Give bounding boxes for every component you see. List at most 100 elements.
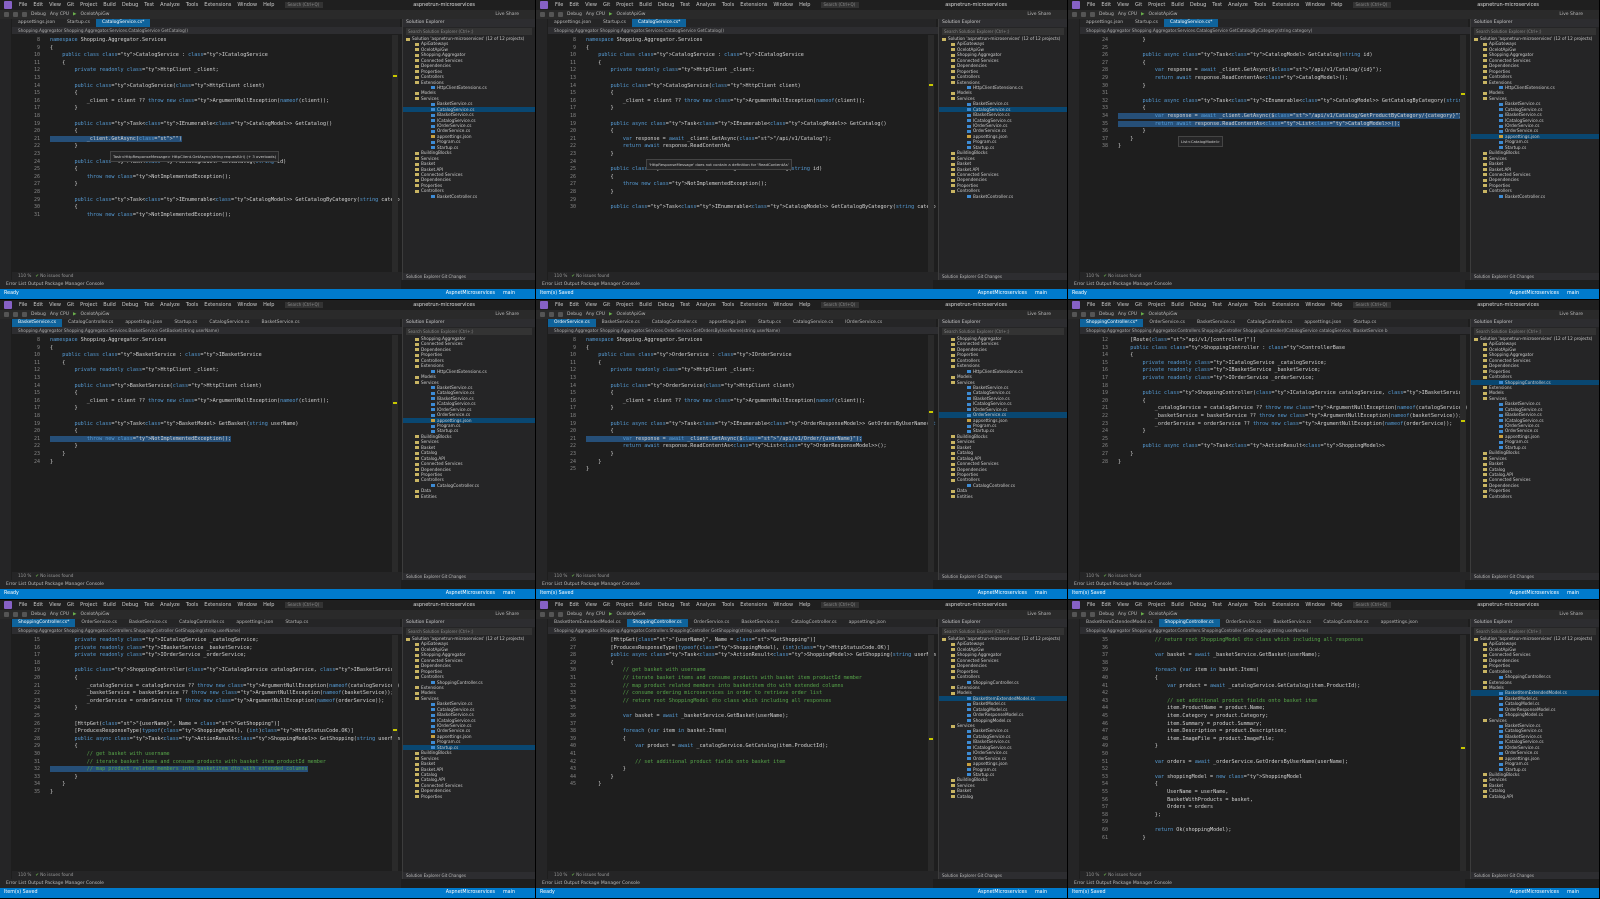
editor-tab[interactable]: CatalogService.cs* bbox=[632, 19, 687, 27]
code-editor[interactable]: namespace Shopping.Aggregator.Services{ … bbox=[50, 335, 400, 572]
start-icon[interactable]: ▶ bbox=[609, 612, 612, 617]
repo-name[interactable]: AspnetMicroservices bbox=[446, 591, 495, 596]
menu-item[interactable]: Extensions bbox=[1272, 2, 1299, 8]
editor-tab[interactable]: BasketService.cs bbox=[256, 319, 306, 327]
menu-item[interactable]: Build bbox=[639, 302, 652, 308]
solution-explorer-search[interactable]: Search Solution Explorer (Ctrl+;) bbox=[942, 628, 1064, 635]
editor-tab[interactable]: OrderService.cs bbox=[75, 619, 123, 627]
menu-item[interactable]: View bbox=[585, 602, 597, 608]
editor-tab[interactable]: CatalogService.cs bbox=[203, 319, 255, 327]
menu-item[interactable]: Help bbox=[799, 302, 810, 308]
editor-tab[interactable]: BasketService.cs bbox=[1191, 319, 1241, 327]
scrollbar-minimap[interactable] bbox=[928, 635, 934, 871]
git-branch[interactable]: AspnetMicroservices main bbox=[978, 289, 1047, 299]
solution-explorer-search[interactable]: Search Solution Explorer (Ctrl+;) bbox=[1474, 328, 1596, 335]
forward-icon[interactable] bbox=[1081, 612, 1086, 617]
startup-project-dropdown[interactable]: OcelotApiGw bbox=[80, 312, 109, 317]
menu-item[interactable]: File bbox=[19, 302, 27, 308]
editor-tab[interactable]: appsettings.json bbox=[703, 319, 752, 327]
menu-item[interactable]: Analyze bbox=[1228, 2, 1248, 8]
menu-item[interactable]: Debug bbox=[1190, 2, 1206, 8]
menu-item[interactable]: Window bbox=[1305, 2, 1325, 8]
editor-tab[interactable]: appsettings.json bbox=[843, 619, 892, 627]
save-icon[interactable] bbox=[558, 312, 563, 317]
menu-item[interactable]: Project bbox=[80, 602, 97, 608]
menu-item[interactable]: Window bbox=[1305, 302, 1325, 308]
zoom-level[interactable]: 110 % bbox=[554, 573, 567, 578]
editor-tab[interactable]: appsettings.json bbox=[12, 19, 61, 27]
code-editor[interactable]: [HttpGet(class="st">"{userName}", Name =… bbox=[586, 635, 936, 871]
navigation-bar[interactable]: Shopping.Aggregator Shopping.Aggregator.… bbox=[12, 327, 406, 334]
config-dropdown[interactable]: Debug bbox=[31, 612, 46, 617]
editor-tab[interactable]: BasketService.cs bbox=[1267, 619, 1317, 627]
explorer-tabs[interactable]: Solution Explorer Git Changes bbox=[939, 573, 1067, 580]
search-input[interactable]: Search (Ctrl+Q) bbox=[821, 302, 860, 308]
live-share-button[interactable]: Live Share bbox=[495, 312, 519, 317]
menu-item[interactable]: File bbox=[19, 602, 27, 608]
zoom-level[interactable]: 110 % bbox=[554, 872, 567, 877]
tree-item[interactable]: Entities bbox=[403, 494, 535, 499]
menu-item[interactable]: Test bbox=[144, 2, 154, 8]
menu-item[interactable]: Test bbox=[680, 2, 690, 8]
menu-item[interactable]: View bbox=[49, 2, 61, 8]
menu-item[interactable]: Window bbox=[1305, 602, 1325, 608]
menu-item[interactable]: Extensions bbox=[204, 302, 231, 308]
startup-project-dropdown[interactable]: OcelotApiGw bbox=[80, 12, 109, 17]
startup-project-dropdown[interactable]: OcelotApiGw bbox=[616, 612, 645, 617]
menu-item[interactable]: Edit bbox=[33, 302, 43, 308]
config-dropdown[interactable]: Debug bbox=[1099, 312, 1114, 317]
menu-item[interactable]: Tools bbox=[186, 2, 198, 8]
menu-item[interactable]: Tools bbox=[722, 2, 734, 8]
code-editor[interactable]: namespace Shopping.Aggregator.Services{ … bbox=[586, 35, 936, 272]
navigation-bar[interactable]: Shopping.Aggregator Shopping.Aggregator.… bbox=[1080, 627, 1474, 634]
menu-item[interactable]: Analyze bbox=[696, 602, 716, 608]
menu-item[interactable]: Git bbox=[67, 2, 74, 8]
zoom-level[interactable]: 110 % bbox=[1086, 573, 1099, 578]
save-icon[interactable] bbox=[1090, 612, 1095, 617]
live-share-button[interactable]: Live Share bbox=[1027, 312, 1051, 317]
solution-explorer-search[interactable]: Search Solution Explorer (Ctrl+;) bbox=[406, 328, 532, 335]
menu-item[interactable]: Project bbox=[616, 602, 633, 608]
platform-dropdown[interactable]: Any CPU bbox=[50, 12, 69, 17]
save-icon[interactable] bbox=[22, 12, 27, 17]
menu-item[interactable]: Debug bbox=[658, 302, 674, 308]
menu-item[interactable]: Test bbox=[680, 602, 690, 608]
editor-tab[interactable]: CatalogController.cs bbox=[1317, 619, 1374, 627]
menu-item[interactable]: Project bbox=[1148, 302, 1165, 308]
menu-item[interactable]: Git bbox=[603, 2, 610, 8]
start-icon[interactable]: ▶ bbox=[73, 312, 76, 317]
editor-tab[interactable]: BasketService.cs bbox=[12, 319, 63, 327]
menu-item[interactable]: Project bbox=[1148, 602, 1165, 608]
menu-item[interactable]: Window bbox=[237, 602, 257, 608]
editor-tab[interactable]: CatalogController.cs bbox=[646, 319, 703, 327]
menu-item[interactable]: Edit bbox=[1101, 2, 1111, 8]
navigation-bar[interactable]: Shopping.Aggregator Shopping.Aggregator.… bbox=[1080, 327, 1474, 334]
git-branch[interactable]: AspnetMicroservices main bbox=[446, 289, 515, 299]
editor-tab[interactable]: CatalogController.cs bbox=[173, 619, 230, 627]
menu-item[interactable]: Window bbox=[237, 302, 257, 308]
search-input[interactable]: Search (Ctrl+Q) bbox=[1353, 602, 1392, 608]
config-dropdown[interactable]: Debug bbox=[567, 312, 582, 317]
menu-item[interactable]: File bbox=[1087, 302, 1095, 308]
menu-item[interactable]: Tools bbox=[722, 302, 734, 308]
menu-item[interactable]: Analyze bbox=[160, 302, 180, 308]
menu-item[interactable]: Help bbox=[263, 602, 274, 608]
bottom-tool-tabs[interactable]: Error List Output Package Manager Consol… bbox=[0, 280, 401, 289]
start-icon[interactable]: ▶ bbox=[609, 12, 612, 17]
editor-tab[interactable]: appsettings.json bbox=[230, 619, 279, 627]
menu-item[interactable]: Project bbox=[616, 302, 633, 308]
menu-item[interactable]: Debug bbox=[122, 2, 138, 8]
bottom-tool-tabs[interactable]: Error List Output Package Manager Consol… bbox=[536, 879, 933, 888]
forward-icon[interactable] bbox=[549, 312, 554, 317]
solution-explorer-search[interactable]: Search Solution Explorer (Ctrl+;) bbox=[406, 28, 532, 35]
menu-item[interactable]: Help bbox=[263, 302, 274, 308]
menu-item[interactable]: Build bbox=[103, 302, 116, 308]
tree-item[interactable]: BasketController.cs bbox=[1471, 194, 1599, 199]
menu-item[interactable]: Help bbox=[1331, 302, 1342, 308]
menu-item[interactable]: Build bbox=[103, 2, 116, 8]
start-icon[interactable]: ▶ bbox=[1141, 12, 1144, 17]
start-icon[interactable]: ▶ bbox=[609, 312, 612, 317]
editor-tab[interactable]: ShoppingController.cs bbox=[626, 619, 688, 627]
menu-item[interactable]: Help bbox=[1331, 2, 1342, 8]
editor-tab[interactable]: CatalogController.cs bbox=[1241, 319, 1298, 327]
